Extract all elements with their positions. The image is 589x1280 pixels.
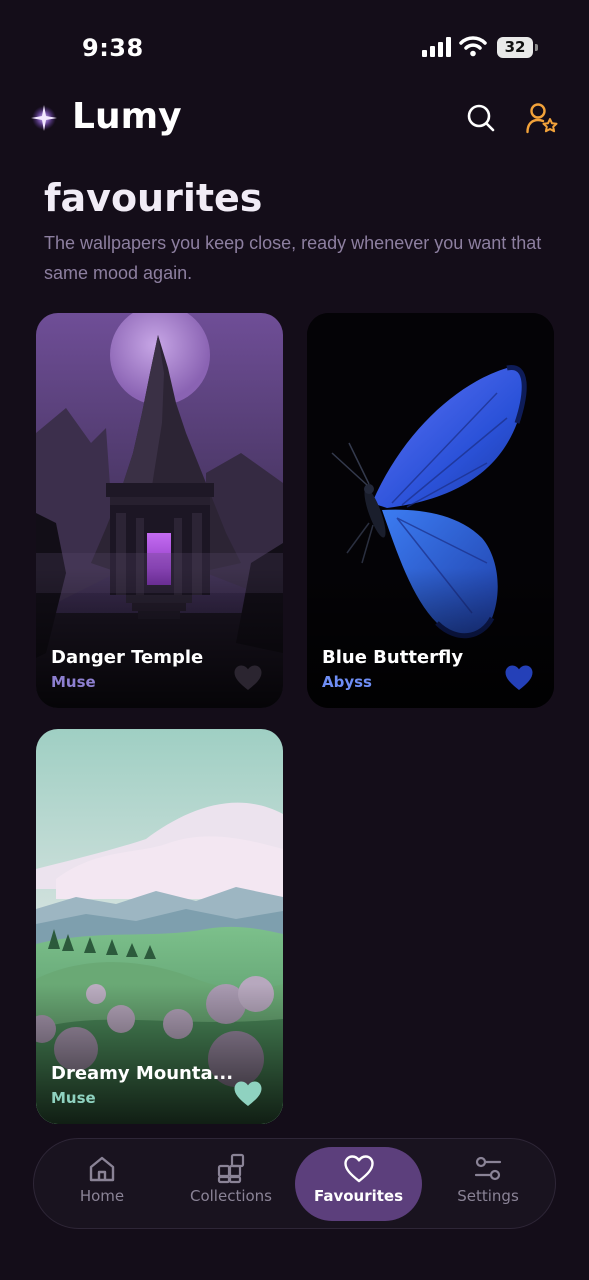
nav-label: Favourites (313, 1187, 404, 1205)
profile-favourites-button[interactable] (525, 102, 558, 134)
page-subtitle: The wallpapers you keep close, ready whe… (44, 233, 542, 283)
sparkle-logo-icon (31, 105, 57, 131)
nav-label: Home (79, 1187, 125, 1205)
nav-label: Collections (189, 1187, 272, 1205)
cellular-signal-icon (422, 37, 451, 57)
app-header: Lumy (0, 96, 589, 146)
battery-indicator: 32 (497, 37, 538, 58)
status-bar: 9:38 32 (0, 0, 589, 96)
page-title: favourites (44, 176, 263, 220)
card-title: Blue Butterfly (322, 647, 464, 668)
search-icon (467, 104, 495, 132)
nav-collections[interactable]: Collections (170, 1147, 292, 1221)
wallpaper-card[interactable]: Dreamy Mounta... Muse (36, 729, 283, 1124)
bottom-navigation: Home Collections Favourites Settings (33, 1138, 556, 1229)
wallpaper-card[interactable]: Blue Butterfly Abyss (307, 313, 554, 708)
home-icon (89, 1156, 115, 1182)
battery-level: 32 (504, 38, 526, 56)
app-logo-text: Lumy (72, 96, 182, 137)
nav-favourites[interactable]: Favourites (295, 1147, 422, 1221)
nav-label: Settings (457, 1187, 519, 1205)
nav-settings[interactable]: Settings (428, 1147, 548, 1221)
card-title: Danger Temple (51, 647, 204, 668)
heart-icon[interactable] (504, 664, 534, 692)
nav-home[interactable]: Home (42, 1147, 162, 1221)
wifi-icon (459, 36, 487, 57)
heart-icon (343, 1155, 374, 1183)
heart-icon[interactable] (233, 664, 263, 692)
card-category: Muse (51, 673, 96, 691)
sliders-icon (474, 1156, 502, 1181)
wallpaper-card[interactable]: Danger Temple Muse (36, 313, 283, 708)
card-category: Abyss (322, 673, 372, 691)
collections-icon (217, 1153, 245, 1184)
card-title: Dreamy Mounta... (51, 1063, 234, 1084)
search-button[interactable] (465, 102, 497, 134)
status-time: 9:38 (82, 34, 144, 62)
user-star-icon (526, 103, 558, 134)
heart-icon[interactable] (233, 1080, 263, 1108)
card-category: Muse (51, 1089, 96, 1107)
